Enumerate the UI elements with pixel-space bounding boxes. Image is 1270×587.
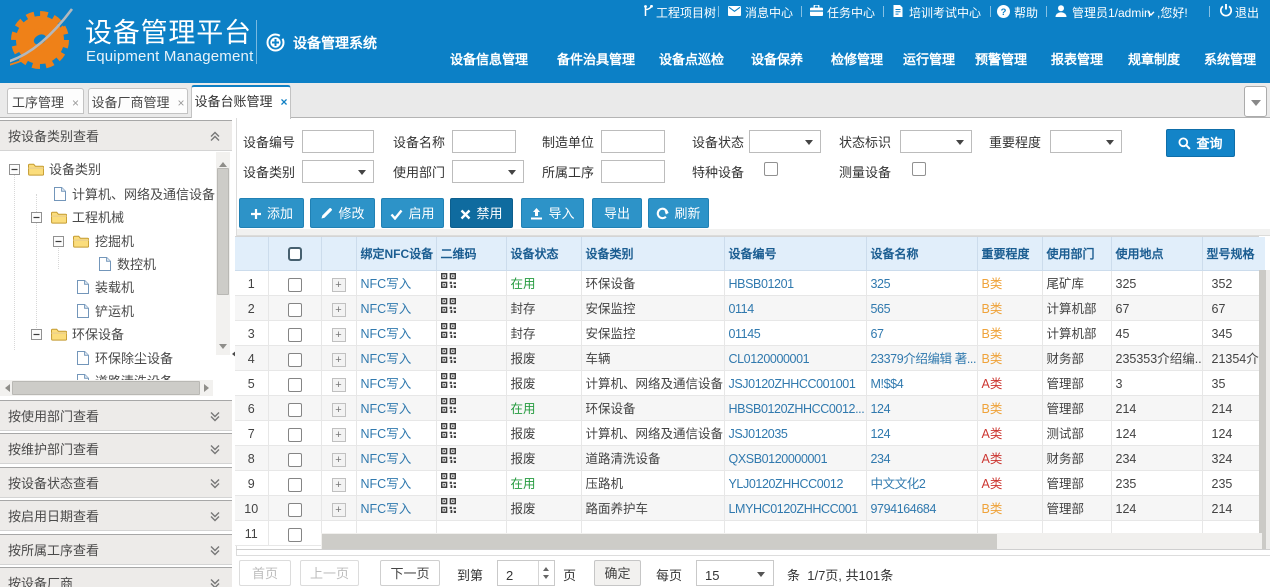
svg-text:?: ? xyxy=(1001,7,1007,18)
